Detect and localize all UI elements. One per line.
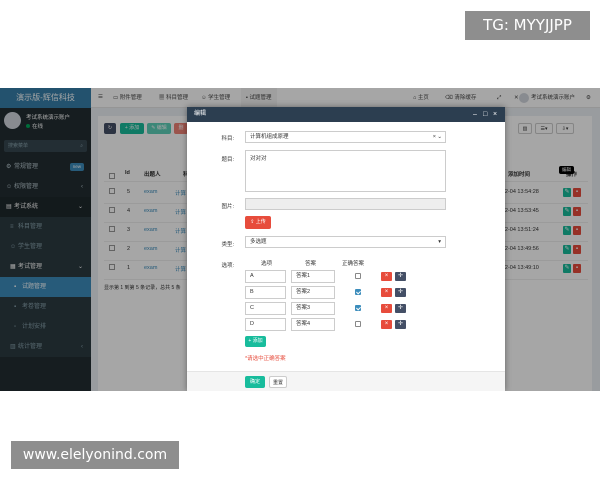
option-answer-input[interactable]: 答案1 <box>291 270 335 283</box>
remove-option-icon[interactable]: × <box>381 288 392 297</box>
add-option-button[interactable]: + 添加 <box>245 336 266 347</box>
options-label: 选项: <box>221 263 234 269</box>
move-option-icon[interactable]: ✛ <box>395 288 406 297</box>
option-key-input[interactable]: D <box>245 318 286 331</box>
option-answer-header: 答案 <box>305 261 317 267</box>
option-key-input[interactable]: B <box>245 286 286 299</box>
upload-button[interactable]: ⇪ 上传 <box>245 216 271 229</box>
image-label: 图片: <box>221 204 234 210</box>
minimize-icon[interactable]: – <box>473 107 477 122</box>
modal-footer: 确定 重置 <box>187 371 505 391</box>
subject-label: 科目: <box>221 136 234 142</box>
remove-option-icon[interactable]: × <box>381 320 392 329</box>
move-option-icon[interactable]: ✛ <box>395 272 406 281</box>
option-row: A 答案1 × ✛ <box>187 270 505 284</box>
option-correct-checkbox[interactable] <box>355 305 361 311</box>
option-answer-input[interactable]: 答案2 <box>291 286 335 299</box>
warning-text: *请选中正确答案 <box>245 356 286 362</box>
option-row: D 答案4 × ✛ <box>187 318 505 332</box>
subject-select[interactable]: 计算机组成原理 × ⌄ <box>245 131 446 143</box>
option-key-input[interactable]: A <box>245 270 286 283</box>
option-key-header: 选项 <box>261 261 273 267</box>
move-option-icon[interactable]: ✛ <box>395 320 406 329</box>
close-icon[interactable]: × <box>493 107 497 122</box>
chevron-down-icon: ⌄ <box>437 134 442 140</box>
remove-option-icon[interactable]: × <box>381 272 392 281</box>
option-answer-input[interactable]: 答案4 <box>291 318 335 331</box>
option-correct-header: 正确答案 <box>342 261 365 267</box>
watermark-top: TG: MYYJJPP <box>465 11 590 40</box>
reset-button[interactable]: 重置 <box>269 376 287 388</box>
option-correct-checkbox[interactable] <box>355 273 361 279</box>
option-correct-checkbox[interactable] <box>355 289 361 295</box>
caret-down-icon: ▾ <box>438 239 441 245</box>
option-row: C 答案3 × ✛ <box>187 302 505 316</box>
option-row: B 答案2 × ✛ <box>187 286 505 300</box>
stem-textarea[interactable]: 对对对 <box>245 150 446 192</box>
option-key-input[interactable]: C <box>245 302 286 315</box>
move-option-icon[interactable]: ✛ <box>395 304 406 313</box>
remove-option-icon[interactable]: × <box>381 304 392 313</box>
option-correct-checkbox[interactable] <box>355 321 361 327</box>
type-select[interactable]: 多选题 ▾ <box>245 236 446 248</box>
clear-icon[interactable]: × <box>433 132 436 142</box>
confirm-button[interactable]: 确定 <box>245 376 265 388</box>
type-label: 类型: <box>221 242 234 248</box>
modal-header: 编辑 – □ × <box>187 107 505 122</box>
option-answer-input[interactable]: 答案3 <box>291 302 335 315</box>
stem-label: 题目: <box>221 157 234 163</box>
maximize-icon[interactable]: □ <box>483 107 487 122</box>
edit-modal: 编辑 – □ × 科目: 计算机组成原理 × ⌄ 题目: 对对对 图片: ⇪ 上… <box>187 107 505 391</box>
screenshot: 演示版-辉信科技 考试系统演示账户 在线 搜索菜单 ⌕ ⚙ 常规管理 new ☺ 权限… <box>0 88 600 391</box>
watermark-bottom: www.elelyonind.com <box>11 441 179 469</box>
image-path-input[interactable] <box>245 198 446 210</box>
modal-title: 编辑 <box>194 111 207 117</box>
